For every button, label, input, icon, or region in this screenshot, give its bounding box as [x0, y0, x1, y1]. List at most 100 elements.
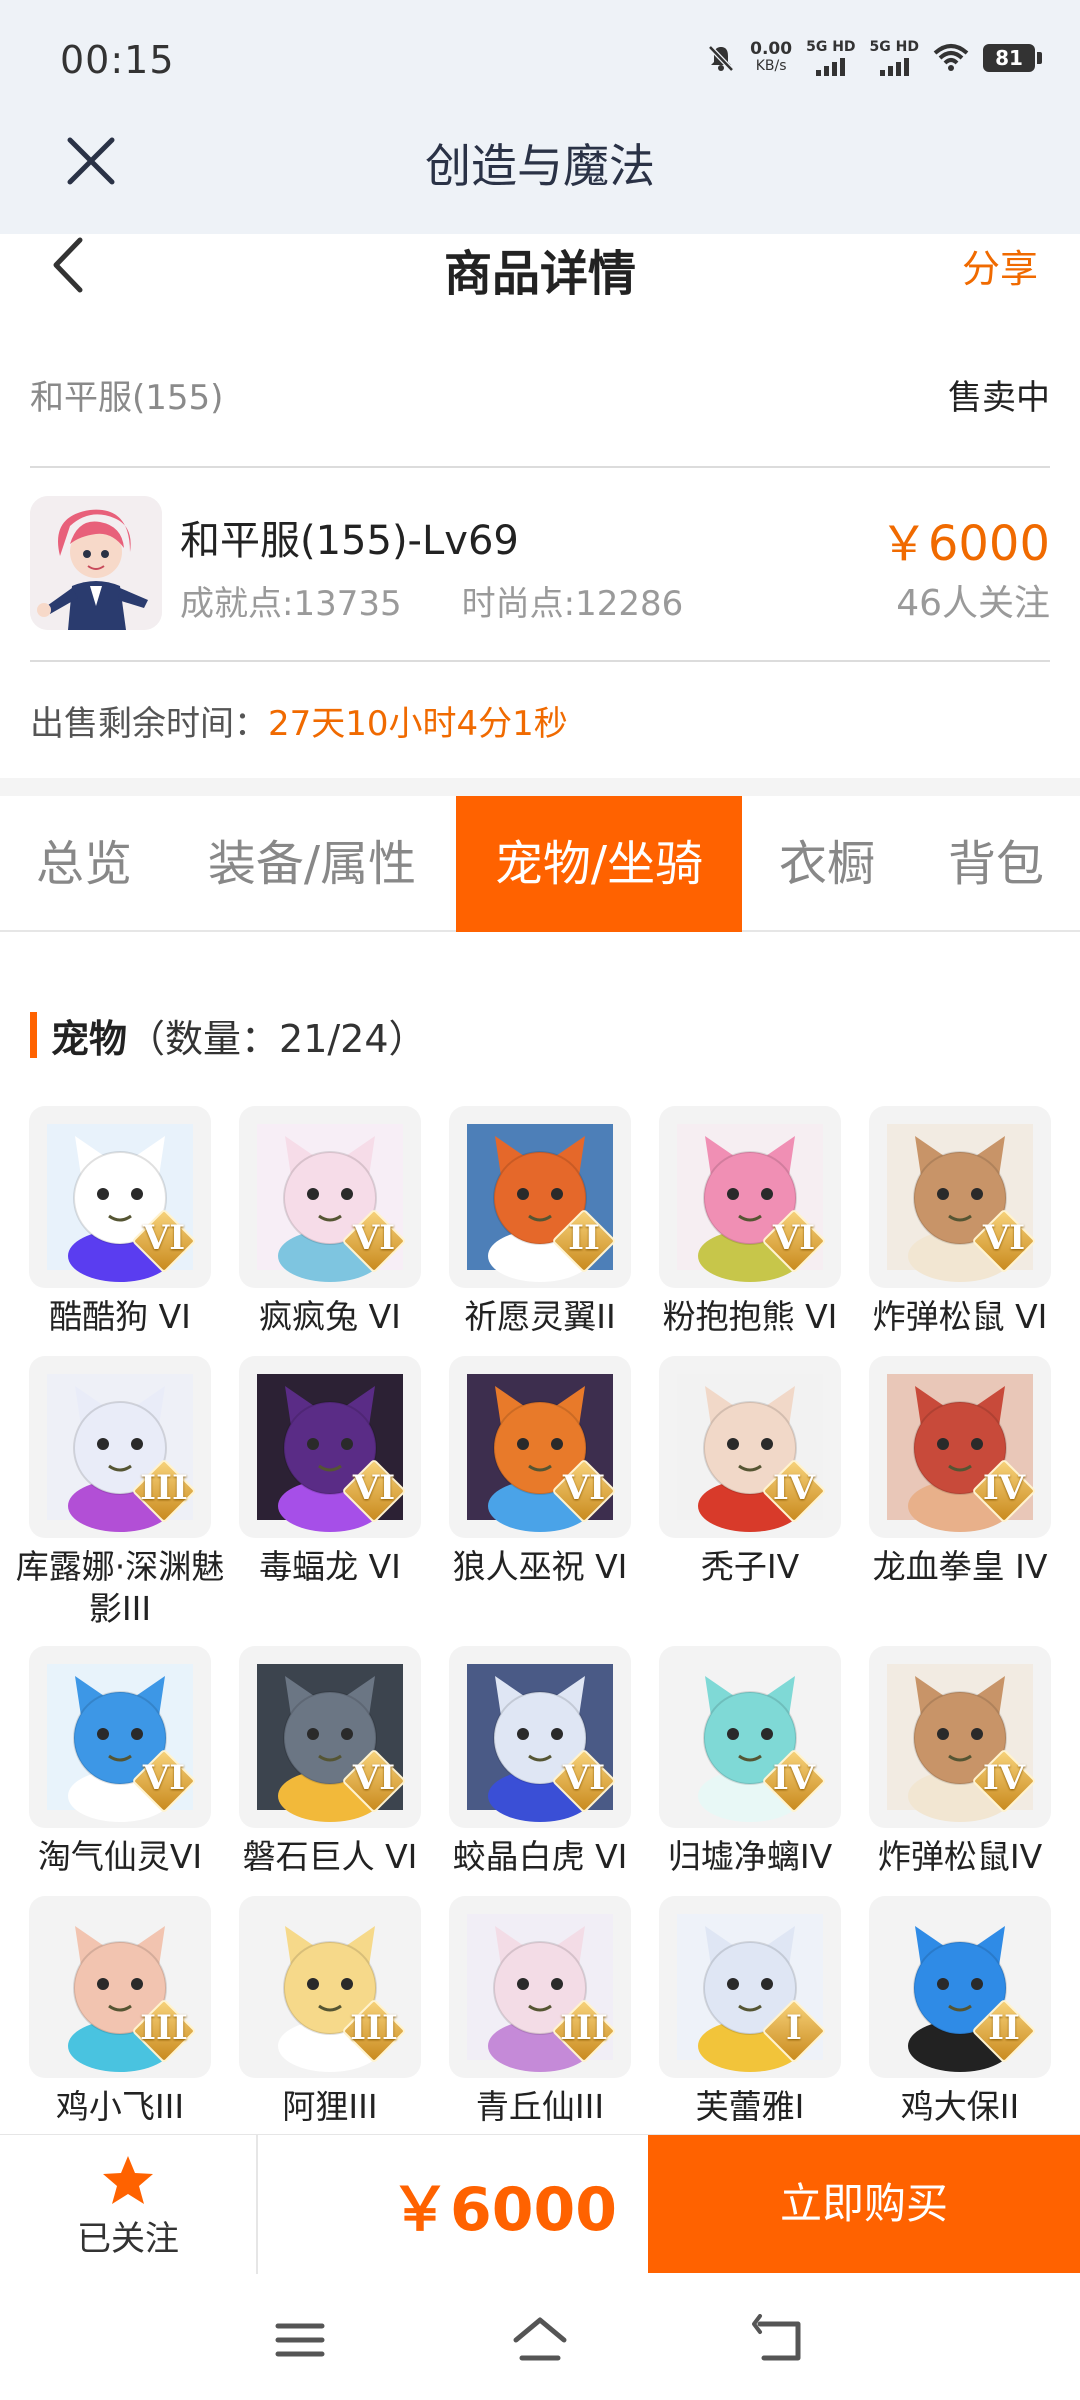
back-icon[interactable] — [750, 2314, 810, 2366]
pet-name: 秃子IV — [700, 1547, 800, 1586]
ali-fox-icon: III — [239, 1896, 421, 2078]
pet-name: 阿狸III — [282, 2087, 378, 2126]
grade-badge: III — [551, 1998, 617, 2064]
bomb-squirrel-icon: VI — [869, 1106, 1051, 1288]
grade-badge: II — [971, 1998, 1037, 2064]
menu-icon[interactable] — [270, 2314, 330, 2366]
grade-badge: III — [341, 1998, 407, 2064]
pet-item[interactable]: IV 秃子IV — [658, 1356, 842, 1588]
grade-badge: I — [761, 1998, 827, 2064]
home-icon[interactable] — [510, 2314, 570, 2366]
star-icon — [103, 2156, 153, 2204]
server-row: 和平服(155) 售卖中 — [30, 370, 1050, 470]
bomb-squirrel-icon: IV — [869, 1646, 1051, 1828]
remaining-time-label: 出售剩余时间： — [30, 704, 268, 744]
pet-name: 炸弹松鼠IV — [877, 1837, 1043, 1876]
grade-badge: III — [131, 1458, 197, 1524]
pet-item[interactable]: II 鸡大保II — [868, 1896, 1052, 2128]
white-tiger-icon: VI — [449, 1646, 631, 1828]
system-nav-bar — [0, 2274, 1080, 2400]
grade-badge: IV — [971, 1458, 1037, 1524]
pet-item[interactable]: VI 炸弹松鼠 VI — [868, 1106, 1052, 1338]
pet-item[interactable]: VI 狼人巫祝 VI — [448, 1356, 632, 1588]
status-icons: 0.00 KB/s 5G HD 5G HD 81 — [706, 40, 1042, 76]
blue-dog-icon: VI — [29, 1646, 211, 1828]
page-title: 商品详情 — [443, 246, 636, 302]
follow-button[interactable]: 已关注 — [0, 2135, 256, 2275]
divider — [30, 660, 1050, 662]
pet-name: 粉抱抱熊 VI — [662, 1297, 838, 1336]
pet-item[interactable]: VI 淘气仙灵VI — [28, 1646, 212, 1878]
pet-item[interactable]: VI 磐石巨人 VI — [238, 1646, 422, 1878]
achievement-points: 成就点:13735 — [180, 584, 402, 624]
pet-item[interactable]: III 青丘仙III — [448, 1896, 632, 2128]
teal-dragon-icon: IV — [659, 1646, 841, 1828]
divider — [30, 466, 1050, 468]
muscle-chick-icon: III — [29, 1896, 211, 2078]
tab-backpack[interactable]: 背包 — [912, 796, 1080, 932]
pink-rabbit-icon: VI — [239, 1106, 421, 1288]
server-name: 和平服(155) — [30, 378, 224, 418]
tab-wardrobe[interactable]: 衣橱 — [742, 796, 912, 932]
pet-item[interactable]: VI 蛟晶白虎 VI — [448, 1646, 632, 1878]
grade-badge: VI — [131, 1208, 197, 1274]
pet-name: 芙蕾雅I — [695, 2087, 805, 2126]
character-avatar — [30, 496, 162, 630]
listing-price: ￥6000 — [879, 516, 1050, 572]
grade-badge: VI — [341, 1748, 407, 1814]
red-dragon-icon: IV — [869, 1356, 1051, 1538]
pet-item[interactable]: VI 酷酷狗 VI — [28, 1106, 212, 1338]
character-name: 和平服(155)-Lv69 — [180, 518, 519, 564]
pet-item[interactable]: IV 龙血拳皇 IV — [868, 1356, 1052, 1588]
pet-name: 炸弹松鼠 VI — [872, 1297, 1048, 1336]
pet-item[interactable]: II 祈愿灵翼II — [448, 1106, 632, 1338]
pet-item[interactable]: III 阿狸III — [238, 1896, 422, 2128]
bottom-price: ￥6000 — [390, 2175, 617, 2245]
grade-badge: VI — [341, 1458, 407, 1524]
pet-item[interactable]: IV 炸弹松鼠IV — [868, 1646, 1052, 1878]
grade-badge: VI — [551, 1458, 617, 1524]
fashion-points: 时尚点:12286 — [461, 584, 684, 624]
tab-bar: 总览 装备/属性 宠物/坐骑 衣橱 背包 — [0, 796, 1080, 932]
signal-sim2: 5G HD — [870, 40, 919, 76]
rock-giant-icon: VI — [239, 1646, 421, 1828]
grade-badge: II — [551, 1208, 617, 1274]
pet-item[interactable]: I 芙蕾雅I — [658, 1896, 842, 2128]
app-title: 创造与魔法 — [425, 139, 655, 193]
pet-item[interactable]: III 库露娜·深渊魅影III — [16, 1356, 224, 1630]
sale-status: 售卖中 — [948, 378, 1050, 418]
pet-item[interactable]: VI 毒蝠龙 VI — [238, 1356, 422, 1588]
pet-item[interactable]: VI 疯疯兔 VI — [238, 1106, 422, 1338]
section-title: 宠物 — [51, 1016, 128, 1061]
tab-equipment[interactable]: 装备/属性 — [168, 796, 456, 932]
pet-name: 酷酷狗 VI — [49, 1297, 191, 1336]
pet-name: 疯疯兔 VI — [259, 1297, 401, 1336]
purple-dragon-icon: VI — [239, 1356, 421, 1538]
fox-fairy-icon: III — [449, 1896, 631, 2078]
pet-name: 狼人巫祝 VI — [452, 1547, 628, 1586]
white-spirit-icon: III — [29, 1356, 211, 1538]
pet-name: 蛟晶白虎 VI — [452, 1837, 628, 1876]
grade-badge: IV — [971, 1748, 1037, 1814]
pets-section-header: 宠物 （数量：21/24） — [30, 1010, 427, 1061]
follower-count: 46人关注 — [896, 583, 1050, 624]
pet-item[interactable]: VI 粉抱抱熊 VI — [658, 1106, 842, 1338]
buy-now-button[interactable]: 立即购买 — [648, 2135, 1080, 2273]
pet-name: 鸡大保II — [900, 2087, 1020, 2126]
grade-badge: VI — [761, 1208, 827, 1274]
wolf-shaman-icon: VI — [449, 1356, 631, 1538]
share-button[interactable]: 分享 — [962, 238, 1038, 293]
pet-item[interactable]: IV 归墟净螭IV — [658, 1646, 842, 1878]
tab-overview[interactable]: 总览 — [0, 796, 168, 932]
section-accent-bar — [30, 1012, 37, 1058]
status-time: 00:15 — [60, 38, 175, 82]
tab-pets-mounts[interactable]: 宠物/坐骑 — [456, 796, 742, 932]
remaining-time-value: 27天10小时4分1秒 — [268, 704, 568, 744]
mute-bell-icon — [708, 45, 734, 72]
grade-badge: III — [131, 1998, 197, 2064]
page-header: 商品详情 分享 — [0, 234, 1080, 314]
white-bear-goggles-icon: VI — [29, 1106, 211, 1288]
pet-item[interactable]: III 鸡小飞III — [28, 1896, 212, 2128]
goddess-icon: I — [659, 1896, 841, 2078]
pet-name: 鸡小飞III — [55, 2087, 185, 2126]
